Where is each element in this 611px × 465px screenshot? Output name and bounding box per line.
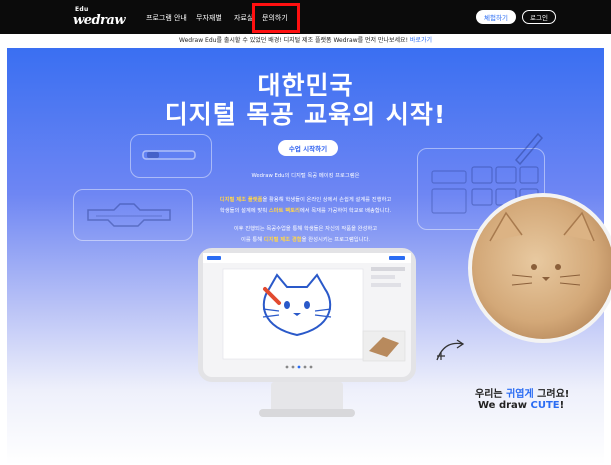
caption2-accent: CUTE bbox=[530, 400, 560, 411]
highlight-digital-experience: 디지털 제조 경험 bbox=[263, 237, 302, 243]
para4-pre: 이를 통해 bbox=[240, 237, 264, 243]
start-class-button[interactable]: 수업 시작하기 bbox=[278, 140, 338, 156]
trial-button[interactable]: 체험하기 bbox=[476, 10, 516, 24]
caption1-accent: 귀엽게 bbox=[506, 389, 534, 400]
notice-link[interactable]: 바로가기 bbox=[410, 37, 432, 44]
highlight-smart-factory: 스마트 팩토리 bbox=[268, 208, 300, 214]
caption2-pre: We draw bbox=[478, 400, 531, 411]
caption1-post: 그려요! bbox=[533, 389, 570, 400]
wooden-cat-plate-image bbox=[468, 193, 611, 343]
logo-wordmark: wedraw bbox=[73, 13, 126, 28]
hero-intro: Wedraw Edu의 디지털 목공 메이킹 프로그램은 bbox=[251, 173, 360, 179]
para2-rest: 에서 목재를 가공하여 학교로 배송합니다. bbox=[299, 208, 392, 214]
cat-plate-illustration bbox=[489, 211, 595, 286]
para1-rest: 을 활용해 학생들이 온라인 상에서 손쉽게 설계를 진행하고 bbox=[262, 197, 392, 203]
caption-korean: 우리는 귀엽게 그려요! bbox=[475, 385, 569, 400]
notice-text: Wedraw Edu를 출시할 수 있었던 배경! 디지털 제조 플랫폼 Wed… bbox=[179, 37, 408, 44]
highlight-platform: 디지털 제조 플랫폼 bbox=[219, 197, 263, 203]
menu-materials[interactable]: 무자재별 bbox=[196, 13, 222, 23]
contact-highlight-box bbox=[252, 3, 300, 33]
para2-pre: 학생들의 설계에 맞춰 bbox=[219, 208, 269, 214]
sparkle-arrow-icon bbox=[436, 339, 465, 361]
menu-program-info[interactable]: 프로그램 안내 bbox=[146, 13, 187, 23]
login-button[interactable]: 로그인 bbox=[522, 10, 556, 24]
menu-archive[interactable]: 자료실 bbox=[234, 13, 253, 23]
caption2-post: ! bbox=[559, 400, 565, 411]
hero-title-line2: 디지털 목공 교육의 시작! bbox=[164, 100, 447, 129]
top-nav: Edu wedraw 프로그램 안내 무자재별 자료실 문의하기 체험하기 로그… bbox=[0, 0, 611, 34]
wedraw-edu-logo[interactable]: Edu wedraw bbox=[72, 6, 126, 28]
caption-english: We draw CUTE! bbox=[478, 400, 564, 411]
monitor-mockup bbox=[198, 248, 416, 382]
para4-rest: 을 완성시키는 프로그램입니다. bbox=[301, 237, 371, 243]
monitor-base bbox=[259, 409, 355, 417]
notice-bar: Wedraw Edu를 출시할 수 있었던 배경! 디지털 제조 플랫폼 Wed… bbox=[0, 34, 611, 48]
design-app-screen bbox=[203, 253, 411, 369]
pencil-deco-icon bbox=[514, 132, 544, 166]
logo-edu-text: Edu bbox=[75, 6, 89, 13]
caption1-pre: 우리는 bbox=[475, 389, 507, 400]
